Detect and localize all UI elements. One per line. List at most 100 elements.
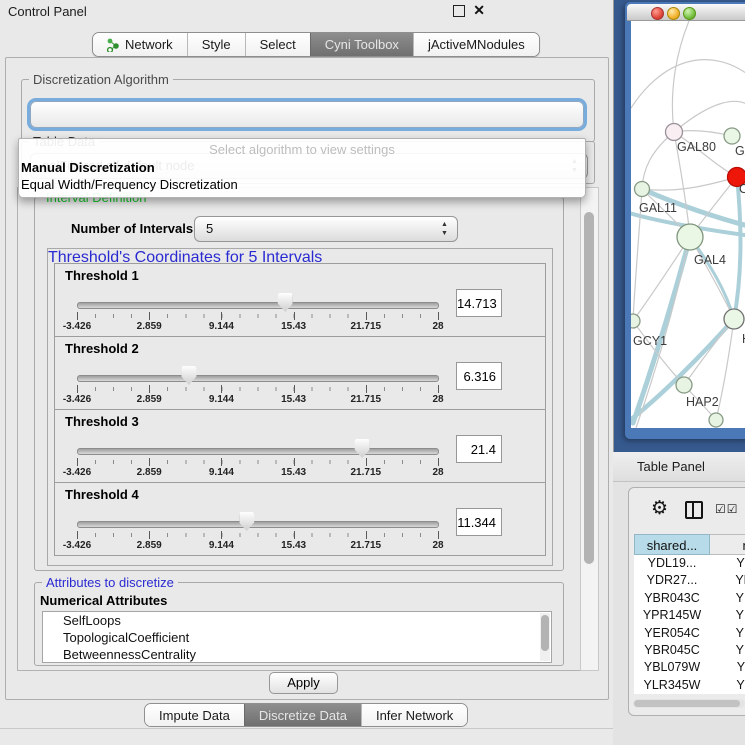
cell[interactable]: YBR043C bbox=[634, 590, 710, 607]
scrollbar-thumb[interactable] bbox=[541, 615, 549, 651]
slider-track[interactable] bbox=[77, 448, 439, 455]
tab-cyni-toolbox[interactable]: Cyni Toolbox bbox=[310, 33, 413, 56]
table-row[interactable]: YER054CYER0 bbox=[634, 625, 745, 642]
float-window-icon[interactable] bbox=[453, 5, 465, 17]
edge bbox=[631, 60, 745, 116]
list-item[interactable]: BetweennessCentrality bbox=[43, 646, 551, 663]
cell[interactable]: YBL0 bbox=[710, 659, 745, 676]
tab-select[interactable]: Select bbox=[245, 33, 310, 56]
threshold-2-value-field[interactable]: 6.316 bbox=[456, 362, 502, 390]
algorithm-combobox[interactable] bbox=[30, 101, 584, 128]
cell[interactable]: YLR3 bbox=[710, 677, 745, 694]
vertical-scrollbar[interactable] bbox=[580, 187, 599, 671]
gear-icon[interactable]: ⚙ bbox=[651, 497, 668, 519]
node-right-mid[interactable] bbox=[724, 309, 744, 329]
tab-jactivemnodules[interactable]: jActiveMNodules bbox=[413, 33, 539, 56]
slider-minor-ticks bbox=[77, 314, 438, 318]
tab-style[interactable]: Style bbox=[187, 33, 245, 56]
threshold-2-slider[interactable]: -3.426 2.859 9.144 15.43 21.715 28 bbox=[77, 337, 438, 409]
node-table[interactable]: shared... n... YDL19...YDL1 YDR27...YDR2… bbox=[634, 534, 745, 694]
number-of-intervals-combobox[interactable]: 5 ▲▼ bbox=[194, 216, 458, 242]
cell[interactable]: YDR27... bbox=[634, 572, 710, 589]
threshold-3-value-field[interactable]: 21.4 bbox=[456, 435, 502, 463]
node-hap2[interactable] bbox=[676, 377, 692, 393]
list-scrollbar[interactable] bbox=[540, 613, 550, 661]
tab-label: Infer Network bbox=[376, 708, 453, 723]
numerical-attributes-list[interactable]: SelfLoops TopologicalCoefficient Between… bbox=[42, 611, 552, 663]
tick-label: -3.426 bbox=[63, 394, 91, 405]
slider-thumb[interactable] bbox=[181, 366, 196, 385]
threshold-1-value-field[interactable]: 14.713 bbox=[456, 289, 502, 317]
network-window-titlebar[interactable] bbox=[627, 4, 745, 21]
column-header-name[interactable]: n... bbox=[710, 534, 745, 555]
node-label: C bbox=[739, 182, 745, 196]
tab-discretize-data[interactable]: Discretize Data bbox=[244, 704, 361, 726]
slider-thumb[interactable] bbox=[355, 439, 370, 458]
edge bbox=[690, 237, 734, 319]
cell[interactable]: YDR2 bbox=[710, 572, 745, 589]
split-columns-icon[interactable] bbox=[685, 501, 703, 519]
number-of-intervals-label: Number of Intervals bbox=[71, 221, 193, 236]
threshold-3-slider[interactable]: -3.426 2.859 9.144 15.43 21.715 28 bbox=[77, 410, 438, 482]
close-icon[interactable]: ✕ bbox=[473, 2, 485, 19]
slider-track[interactable] bbox=[77, 375, 439, 382]
tab-network[interactable]: Network bbox=[93, 33, 187, 56]
cell[interactable]: YPR1 bbox=[710, 607, 745, 624]
slider-thumb[interactable] bbox=[239, 512, 254, 531]
dropdown-option-manual-discretization[interactable]: Manual Discretization bbox=[21, 160, 155, 175]
scrollbar-thumb[interactable] bbox=[634, 700, 740, 707]
cell[interactable]: YPR145W bbox=[634, 607, 710, 624]
window-title: Control Panel bbox=[8, 4, 87, 19]
slider-track[interactable] bbox=[77, 521, 439, 528]
threshold-4-slider[interactable]: -3.426 2.859 9.144 15.43 21.715 28 bbox=[77, 483, 438, 555]
cell[interactable]: YLR345W bbox=[634, 677, 710, 694]
table-row[interactable]: YBR045CYBR0 bbox=[634, 642, 745, 659]
tab-infer-network[interactable]: Infer Network bbox=[361, 704, 467, 726]
table-row[interactable]: YBR043CYBR0 bbox=[634, 590, 745, 607]
table-row[interactable]: YLR345WYLR3 bbox=[634, 677, 745, 694]
list-item[interactable]: TopologicalCoefficient bbox=[43, 629, 551, 646]
dropdown-option-equal-width-frequency[interactable]: Equal Width/Frequency Discretization bbox=[21, 177, 238, 192]
tick-label: 21.715 bbox=[351, 394, 382, 405]
table-header-row: shared... n... bbox=[634, 534, 745, 555]
table-row[interactable]: YDL19...YDL1 bbox=[634, 555, 745, 572]
tick-label: -3.426 bbox=[63, 540, 91, 551]
node-gal4[interactable] bbox=[677, 224, 703, 250]
cell[interactable]: YBL079W bbox=[634, 659, 710, 676]
cell[interactable]: YDL1 bbox=[710, 555, 745, 572]
network-canvas[interactable]: GAL80 GA C GAL11 GAL4 H GCY1 HAP2 bbox=[631, 21, 745, 428]
cell[interactable]: YBR0 bbox=[710, 590, 745, 607]
table-panel-window: ⚙ ☑☑ shared... n... YDL19...YDL1 YDR27..… bbox=[628, 487, 745, 716]
tab-impute-data[interactable]: Impute Data bbox=[145, 704, 244, 726]
cell[interactable]: YER0 bbox=[710, 625, 745, 642]
select-columns-icon[interactable]: ☑☑ bbox=[715, 502, 739, 516]
apply-button[interactable]: Apply bbox=[269, 672, 338, 694]
node-gal80[interactable] bbox=[666, 124, 683, 141]
close-traffic-light-icon[interactable] bbox=[651, 7, 664, 20]
table-row[interactable]: YPR145WYPR1 bbox=[634, 607, 745, 624]
threshold-4-value-field[interactable]: 11.344 bbox=[456, 508, 502, 536]
cell[interactable]: YBR045C bbox=[634, 642, 710, 659]
table-panel-title: Table Panel bbox=[637, 459, 705, 474]
node-bottom[interactable] bbox=[709, 413, 723, 427]
cell[interactable]: YDL19... bbox=[634, 555, 710, 572]
horizontal-scrollbar[interactable] bbox=[633, 699, 745, 708]
column-header-shared-name[interactable]: shared... bbox=[634, 534, 710, 555]
slider-minor-ticks bbox=[77, 387, 438, 391]
slider-thumb[interactable] bbox=[278, 293, 293, 312]
node-gal11[interactable] bbox=[635, 182, 650, 197]
table-row[interactable]: YDR27...YDR2 bbox=[634, 572, 745, 589]
zoom-traffic-light-icon[interactable] bbox=[683, 7, 696, 20]
minimize-traffic-light-icon[interactable] bbox=[667, 7, 680, 20]
scrollbar-thumb[interactable] bbox=[584, 212, 594, 564]
node-top-right[interactable] bbox=[724, 128, 740, 144]
node-gcy1[interactable] bbox=[631, 314, 640, 328]
cell[interactable]: YBR0 bbox=[710, 642, 745, 659]
cell[interactable]: YER054C bbox=[634, 625, 710, 642]
threshold-1-slider[interactable]: -3.426 2.859 9.144 15.43 21.715 28 bbox=[77, 264, 438, 336]
attributes-to-discretize-group: Attributes to discretize Numerical Attri… bbox=[34, 582, 564, 666]
table-row[interactable]: YBL079WYBL0 bbox=[634, 659, 745, 676]
stepper-arrows-icon[interactable]: ▲▼ bbox=[440, 220, 449, 238]
list-item[interactable]: SelfLoops bbox=[43, 612, 551, 629]
slider-track[interactable] bbox=[77, 302, 439, 309]
